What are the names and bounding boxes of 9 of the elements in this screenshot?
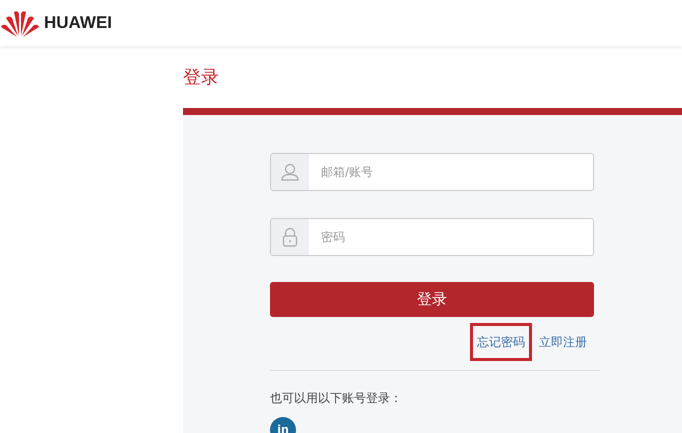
linkedin-button[interactable]: in [270, 417, 296, 433]
alt-login-label: 也可以用以下账号登录： [270, 390, 402, 407]
lock-icon [282, 227, 298, 247]
text-link[interactable]: 忘记密码 [470, 323, 532, 361]
login-button[interactable]: 登录 [270, 282, 594, 317]
page-title: 登录 [183, 66, 219, 90]
brand-name: HUAWEI [44, 12, 112, 34]
user-icon [280, 162, 300, 182]
text-link[interactable]: 立即注册 [532, 323, 594, 361]
